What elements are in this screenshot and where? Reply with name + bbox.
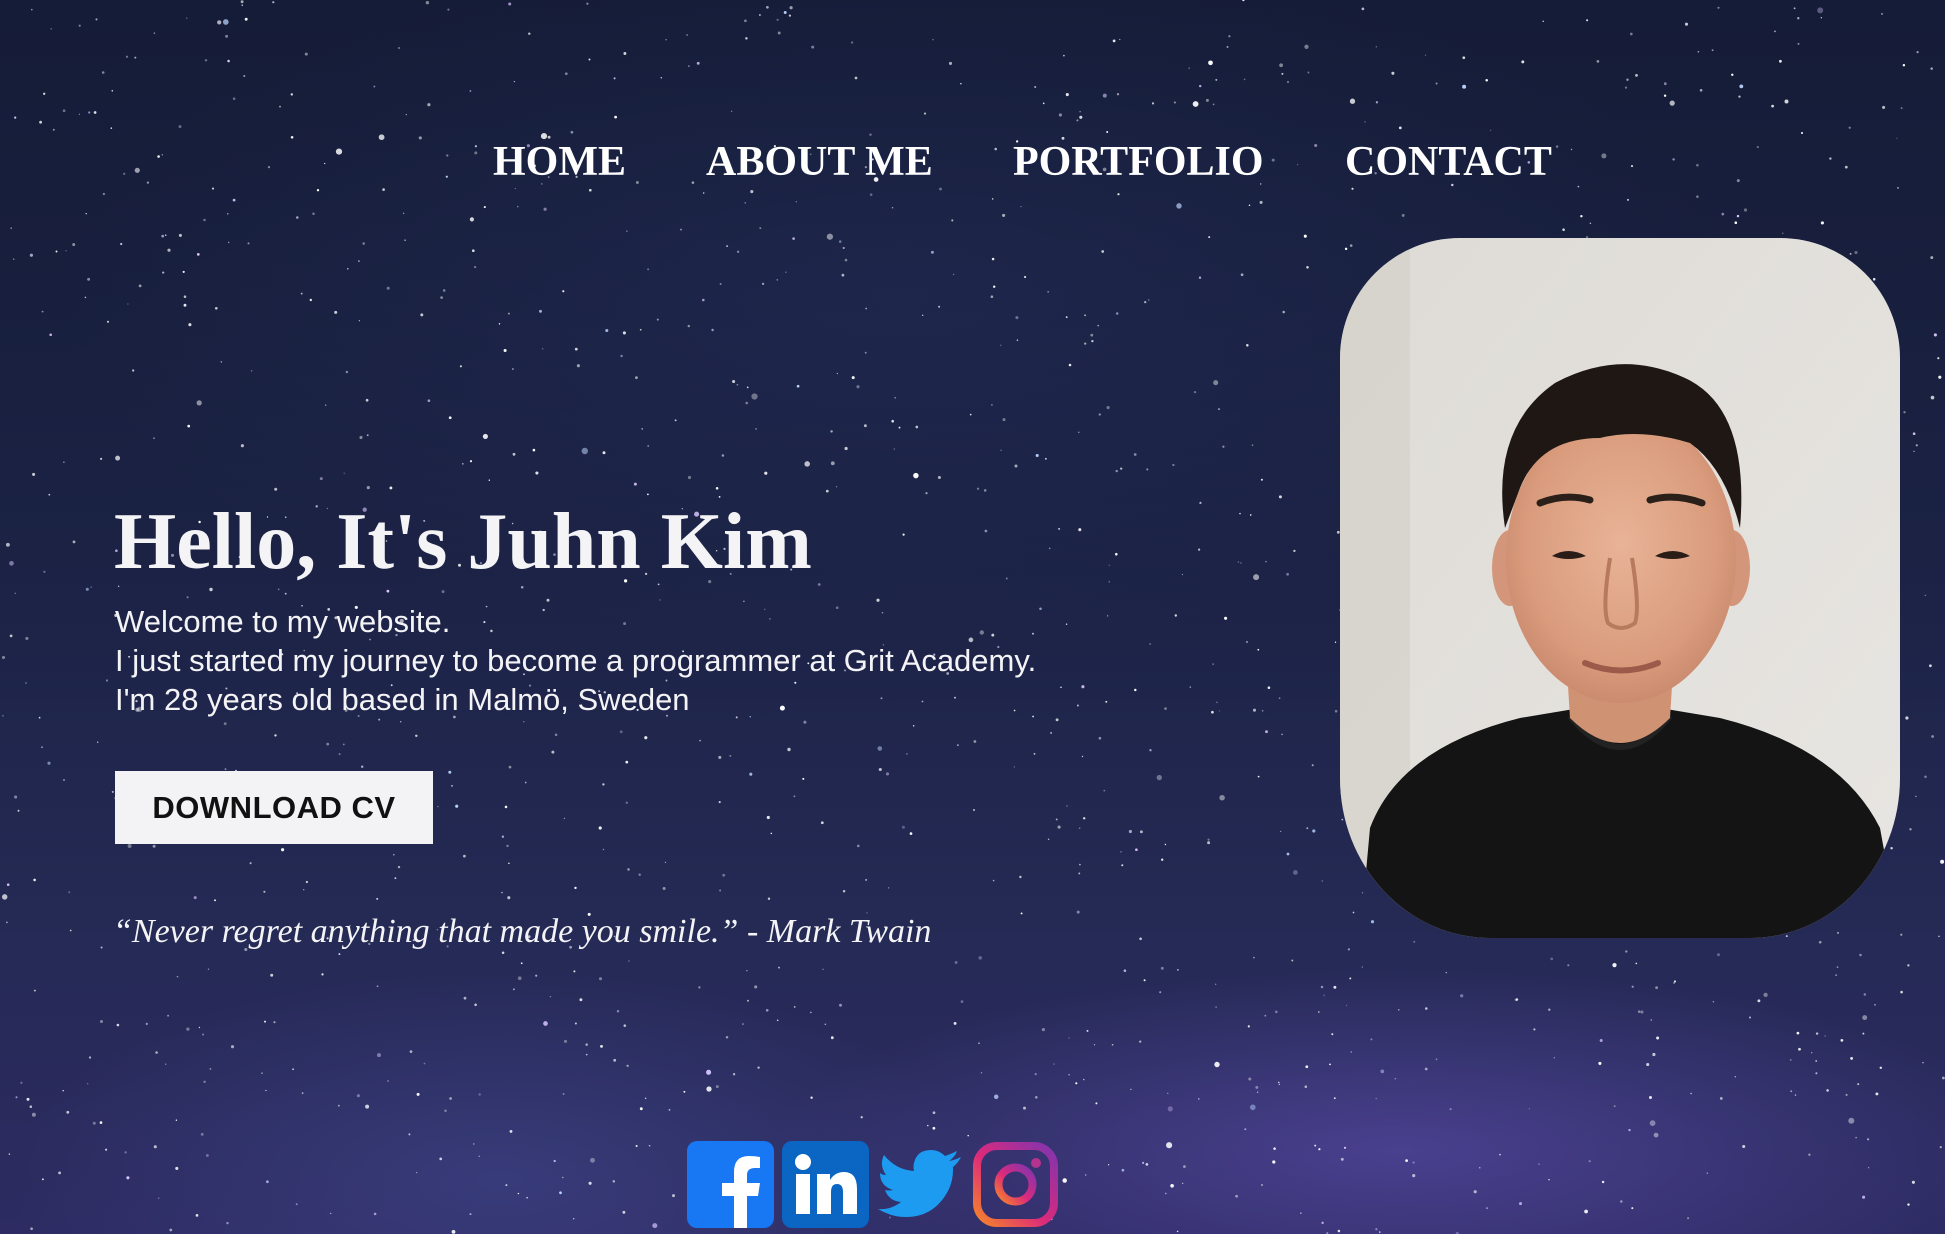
hero-headline: Hello, It's Juhn Kim [114, 498, 812, 586]
nav-about-me-link[interactable]: ABOUT ME [706, 138, 933, 186]
intro-line: I just started my journey to become a pr… [115, 643, 1037, 678]
intro-text: Welcome to my website. I just started my… [115, 602, 1036, 719]
profile-photo [1340, 238, 1900, 938]
nav-contact-link[interactable]: CONTACT [1345, 138, 1552, 186]
intro-line: Welcome to my website. [115, 604, 451, 639]
twitter-icon[interactable] [877, 1141, 964, 1228]
instagram-icon[interactable] [972, 1141, 1059, 1228]
linkedin-icon[interactable] [782, 1141, 869, 1228]
main-nav: HOME ABOUT ME PORTFOLIO CONTACT [0, 138, 1945, 190]
quote-text: “Never regret anything that made you smi… [113, 913, 932, 950]
download-cv-button[interactable]: DOWNLOAD CV [115, 771, 433, 844]
intro-line: I'm 28 years old based in Malmö, Sweden [115, 682, 690, 717]
nav-home-link[interactable]: HOME [493, 138, 626, 186]
nav-portfolio-link[interactable]: PORTFOLIO [1013, 138, 1264, 186]
facebook-icon[interactable] [687, 1141, 774, 1228]
